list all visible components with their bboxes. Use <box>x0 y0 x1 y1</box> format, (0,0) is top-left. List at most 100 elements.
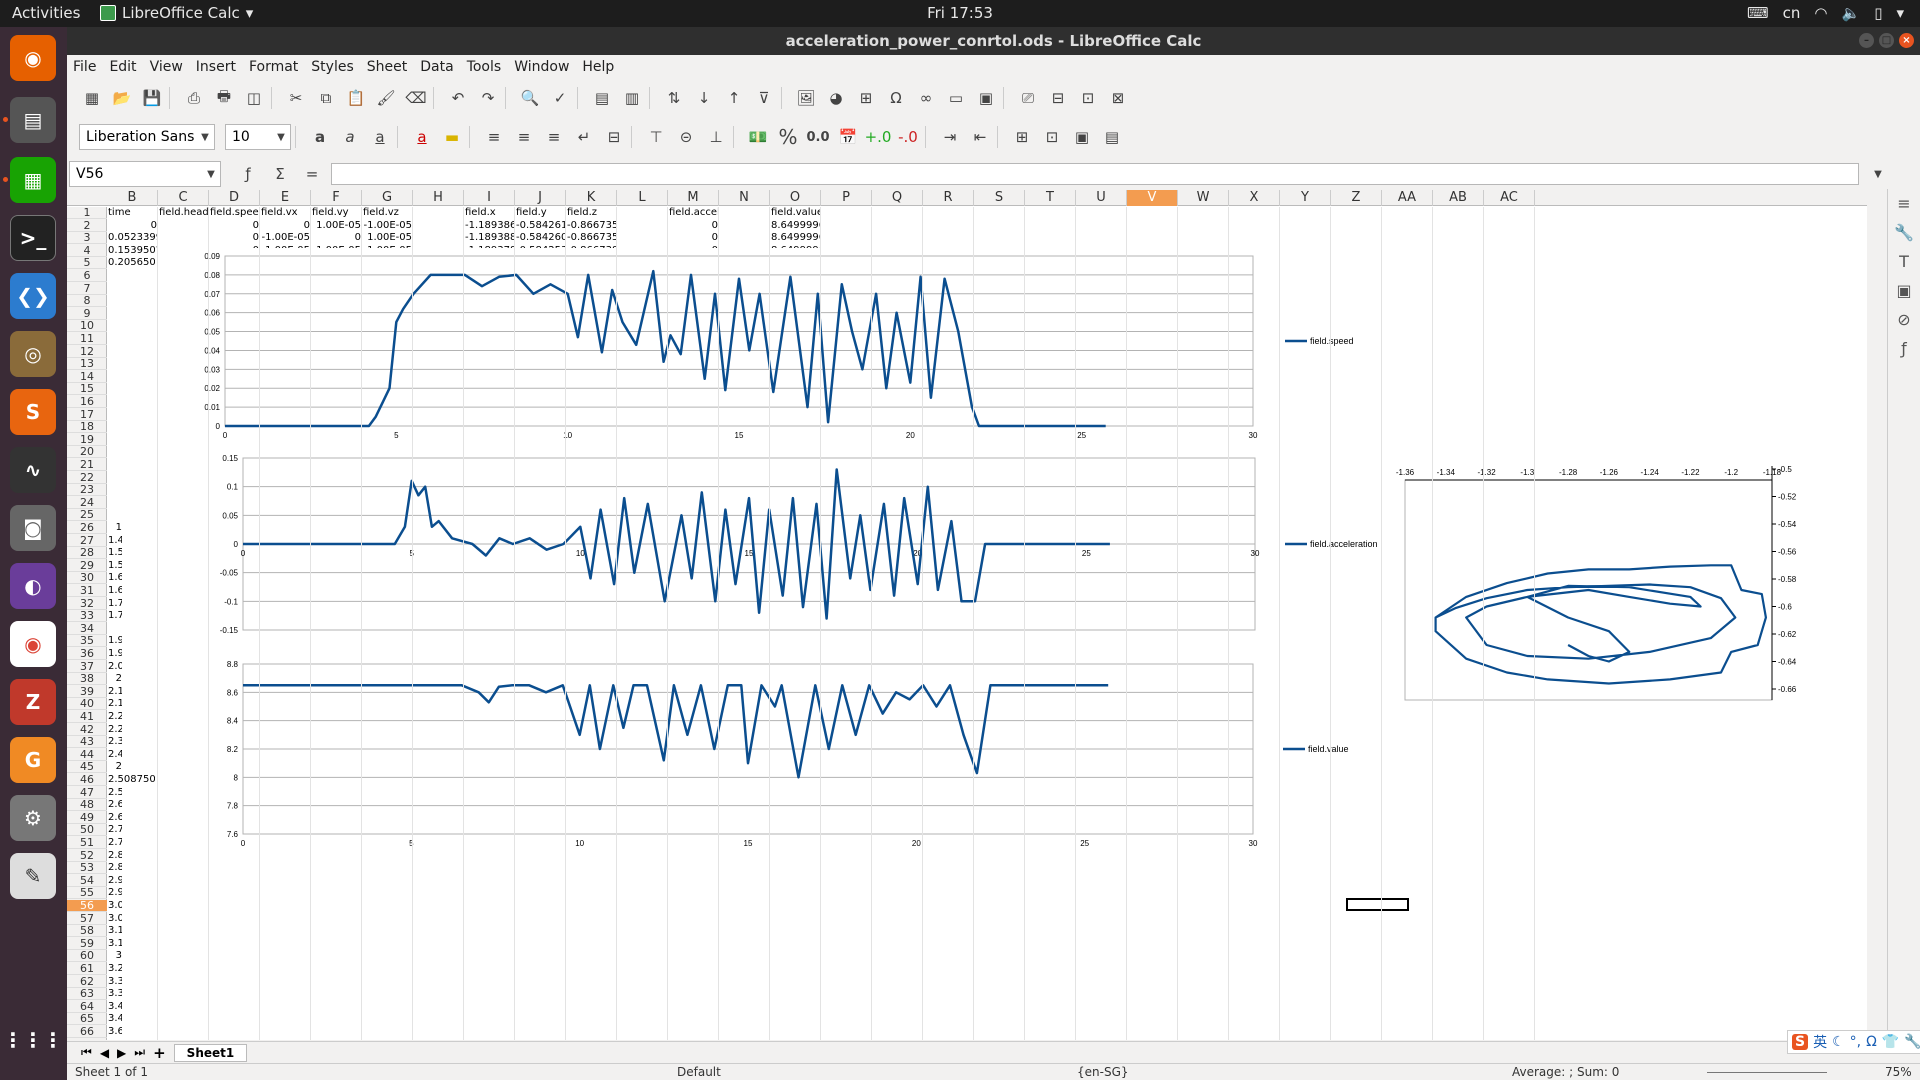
row-header[interactable]: 22 <box>67 471 107 484</box>
row-header[interactable]: 51 <box>67 837 107 849</box>
column-header[interactable]: R <box>923 190 974 206</box>
gallery-icon[interactable]: ▣ <box>1892 281 1916 305</box>
row-header[interactable]: 66 <box>67 1026 107 1038</box>
row-header[interactable]: 67 <box>67 1038 107 1040</box>
row-header[interactable]: 64 <box>67 1000 107 1013</box>
cell[interactable]: 2.2 <box>108 711 122 723</box>
row-header[interactable]: 48 <box>67 799 107 812</box>
cell[interactable]: -0.86673832 <box>567 1039 616 1040</box>
cell[interactable]: 8.64999962 <box>771 1039 820 1040</box>
cell[interactable]: -0.58425015 <box>516 1039 565 1040</box>
menu-file[interactable]: File <box>73 55 96 79</box>
row-header[interactable]: 60 <box>67 950 107 963</box>
app-menu[interactable]: LibreOffice Calc ▾ <box>100 4 253 22</box>
row-header[interactable]: 16 <box>67 396 107 408</box>
autofilter-icon[interactable]: ⊽ <box>751 85 777 111</box>
spreadsheet-grid[interactable]: B C D E F G H I J K L M N O P Q R S T U V W X Y Z AA AB AC 12345678… <box>67 190 1867 1040</box>
redo-icon[interactable]: ↷ <box>475 85 501 111</box>
delete-decimal-icon[interactable]: -.0 <box>895 124 921 150</box>
page-style[interactable]: Default <box>677 1065 721 1079</box>
row-header[interactable]: 43 <box>67 736 107 749</box>
show-applications-icon[interactable]: ⋮⋮⋮ <box>3 1017 63 1063</box>
row-header[interactable]: 57 <box>67 912 107 925</box>
cell[interactable]: 1.00E-05 <box>261 1039 310 1040</box>
column-header[interactable]: W <box>1178 190 1229 206</box>
cell[interactable]: 2.50875008 <box>108 774 157 786</box>
column-header[interactable]: Q <box>872 190 923 206</box>
cell[interactable]: field.vx <box>261 207 310 219</box>
cell[interactable]: time <box>108 207 157 219</box>
italic-icon[interactable]: a <box>337 124 363 150</box>
files-icon[interactable]: ▤ <box>10 97 56 143</box>
column-header[interactable]: J <box>515 190 566 206</box>
cell[interactable]: 0.20565018 <box>108 257 157 269</box>
save-icon[interactable]: 💾 <box>139 85 165 111</box>
libreoffice-calc-icon[interactable]: ▦ <box>10 157 56 203</box>
align-right-icon[interactable]: ≡ <box>541 124 567 150</box>
border-color-icon[interactable]: ▣ <box>1069 124 1095 150</box>
column-header[interactable]: K <box>566 190 617 206</box>
chrome-icon[interactable]: ◉ <box>10 621 56 667</box>
align-bottom-icon[interactable]: ⊥ <box>703 124 729 150</box>
cell[interactable]: -1.18938816 <box>465 232 514 244</box>
system-tray[interactable]: ⌨ cn ◠ 🔈 ▯ ▾ <box>1747 4 1904 22</box>
cell[interactable]: 3.18 <box>108 938 122 950</box>
highlight-icon[interactable]: ▬ <box>439 124 465 150</box>
menu-styles[interactable]: Styles <box>311 55 353 79</box>
borders-icon[interactable]: ⊞ <box>1009 124 1035 150</box>
row-header[interactable]: 32 <box>67 597 107 610</box>
cell[interactable]: -1.00E-05 <box>363 220 412 232</box>
align-top-icon[interactable]: ⊤ <box>643 124 669 150</box>
row-header[interactable]: 62 <box>67 975 107 988</box>
cell[interactable]: field.acceleration <box>669 207 718 219</box>
row-header[interactable]: 42 <box>67 723 107 736</box>
cell[interactable]: 2.3 <box>108 736 122 748</box>
text-editor-icon[interactable]: ✎ <box>10 853 56 899</box>
cell[interactable]: 0 <box>108 220 157 232</box>
spelling-icon[interactable]: ✓ <box>547 85 573 111</box>
firefox-icon[interactable]: ◉ <box>10 35 56 81</box>
row-header[interactable]: 29 <box>67 559 107 572</box>
cell[interactable]: 3 <box>108 950 122 962</box>
row-header[interactable]: 37 <box>67 660 107 673</box>
row-header[interactable]: 41 <box>67 711 107 723</box>
column-header[interactable]: L <box>617 190 668 206</box>
row-header[interactable]: 39 <box>67 685 107 698</box>
row-header[interactable]: 44 <box>67 748 107 761</box>
cell[interactable]: 2.9 <box>108 887 122 899</box>
row-header[interactable]: 46 <box>67 774 107 786</box>
expand-formula-icon[interactable]: ▼ <box>1865 161 1891 187</box>
cell[interactable]: -1.00E-05 <box>261 232 310 244</box>
align-middle-icon[interactable]: ⊝ <box>673 124 699 150</box>
special-character-icon[interactable]: Ω <box>883 85 909 111</box>
pivot-table-icon[interactable]: ⊞ <box>853 85 879 111</box>
menu-help[interactable]: Help <box>582 55 614 79</box>
tab-sheet1[interactable]: Sheet1 <box>173 1043 248 1062</box>
cell[interactable]: 1.7 <box>108 598 122 610</box>
column-header[interactable]: D <box>209 190 260 206</box>
cell[interactable]: 2 <box>108 673 122 685</box>
row-header[interactable]: 3 <box>67 232 107 245</box>
styles-icon[interactable]: T <box>1892 252 1916 276</box>
font-color-icon[interactable]: a <box>409 124 435 150</box>
cell[interactable]: 2.1 <box>108 686 122 698</box>
sublime-icon[interactable]: S <box>10 389 56 435</box>
row-header[interactable]: 53 <box>67 862 107 875</box>
column-header[interactable]: E <box>260 190 311 206</box>
zotero-icon[interactable]: Z <box>10 679 56 725</box>
cell[interactable]: field.speed <box>210 207 259 219</box>
column-header[interactable]: M <box>668 190 719 206</box>
cell[interactable]: 8.64999962 <box>771 232 820 244</box>
underline-icon[interactable]: a <box>367 124 393 150</box>
percent-button[interactable]: % <box>775 124 801 150</box>
row-header[interactable]: 59 <box>67 937 107 950</box>
header-footer-icon[interactable]: ▣ <box>973 85 999 111</box>
cell[interactable]: 0 <box>669 220 718 232</box>
define-print-area-icon[interactable]: ⎚ <box>1015 85 1041 111</box>
menu-tools[interactable]: Tools <box>467 55 502 79</box>
wrap-text-icon[interactable]: ↵ <box>571 124 597 150</box>
cell[interactable]: 0.05233997 <box>108 232 157 244</box>
input-method-toolbar[interactable]: S 英 ☾ °, Ω 👕 🔧 <box>1787 1030 1920 1054</box>
increase-indent-icon[interactable]: ⇥ <box>937 124 963 150</box>
insert-chart-icon[interactable]: ◕ <box>823 85 849 111</box>
